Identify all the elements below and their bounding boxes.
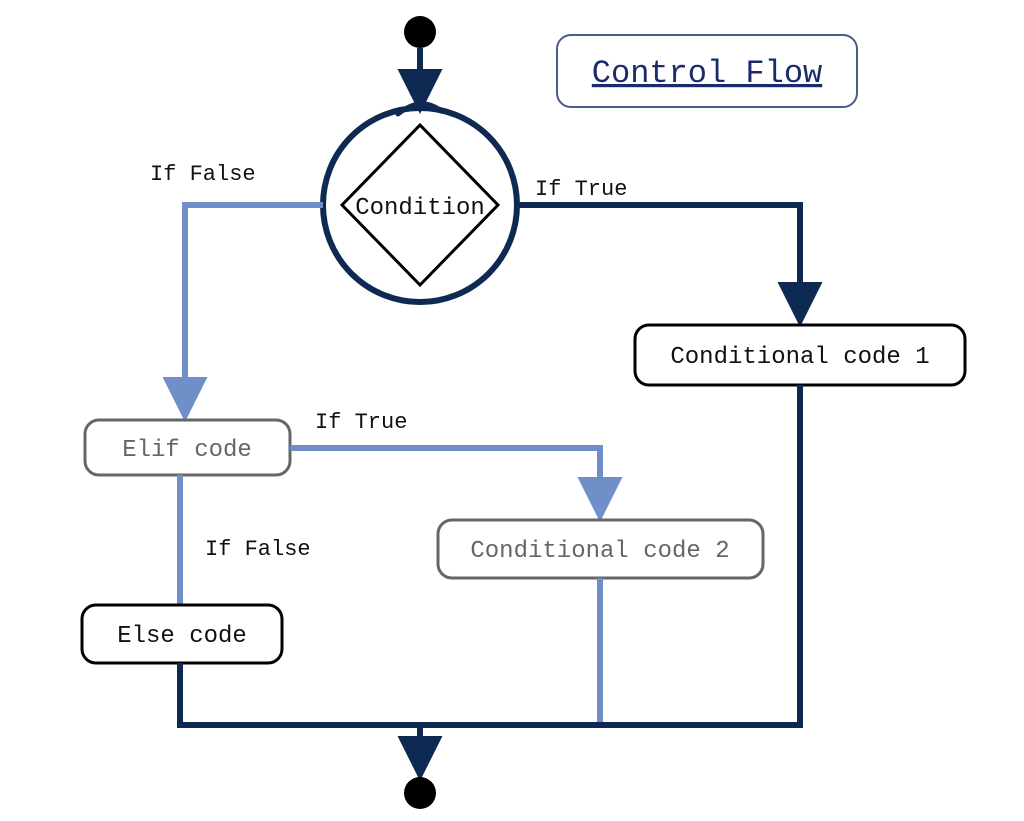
control-flow-diagram: Control Flow Condition If True Condition… xyxy=(0,0,1024,821)
edge-label-if-true-2: If True xyxy=(315,410,407,435)
elif-code-node: Elif code xyxy=(85,420,290,475)
edge-label-if-false-2: If False xyxy=(205,537,311,562)
elif-code-label: Elif code xyxy=(122,437,252,464)
edge-else-to-merge xyxy=(180,663,420,725)
condition-label: Condition xyxy=(355,195,485,222)
edge-condition-true xyxy=(517,205,800,318)
conditional-code-2-label: Conditional code 2 xyxy=(470,538,729,565)
diagram-title: Control Flow xyxy=(592,55,822,92)
edge-label-if-false-1: If False xyxy=(150,162,256,187)
edge-elif-true xyxy=(290,448,600,513)
else-code-node: Else code xyxy=(82,605,282,663)
edge-label-if-true-1: If True xyxy=(535,177,627,202)
conditional-code-2-node: Conditional code 2 xyxy=(438,520,763,578)
conditional-code-1-label: Conditional code 1 xyxy=(670,344,929,371)
title-box: Control Flow xyxy=(557,35,857,107)
else-code-label: Else code xyxy=(117,623,247,650)
edge-cond2-to-merge xyxy=(420,578,600,725)
edge-condition-false xyxy=(185,205,323,413)
conditional-code-1-node: Conditional code 1 xyxy=(635,325,965,385)
condition-node: Condition xyxy=(323,104,517,302)
end-node xyxy=(404,777,436,809)
start-node xyxy=(404,16,436,48)
